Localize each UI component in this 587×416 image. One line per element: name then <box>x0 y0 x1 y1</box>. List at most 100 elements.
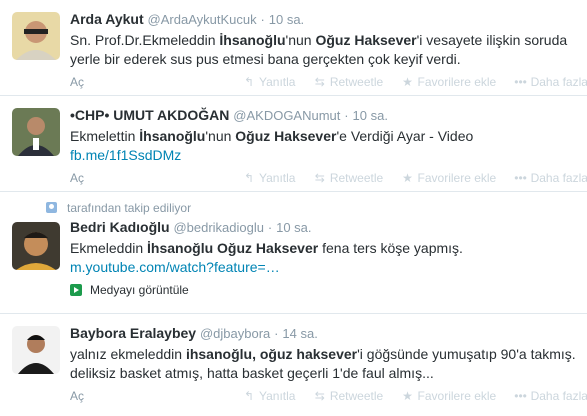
reply-icon: ↰ <box>243 389 255 403</box>
more-button[interactable]: ••• Daha fazla <box>514 389 587 403</box>
tweet-link[interactable]: m.youtube.com/watch?feature=… <box>70 259 280 275</box>
tweet-text: Sn. Prof.Dr.Ekmeleddin İhsanoğlu'nun Oğu… <box>70 31 581 69</box>
ellipsis-icon: ••• <box>514 389 527 403</box>
tweet-footer: Aç ↰ Yanıtla ⇆ Retweetle ★ Favorilere ekle … <box>70 75 587 93</box>
more-button[interactable]: ••• Daha fazla <box>514 171 587 185</box>
star-icon: ★ <box>402 75 413 89</box>
tweet-link[interactable]: fb.me/1f1SsdDMz <box>70 147 181 163</box>
more-label: Daha fazla <box>530 171 587 185</box>
text-segment: 'nun <box>285 32 316 48</box>
text-segment: Sn. Prof.Dr.Ekmeleddin <box>70 32 220 48</box>
tweet-header: Arda Aykut @ArdaAykutKucuk · 10 sa. <box>70 10 581 29</box>
text-segment: yalnız ekmeleddin <box>70 346 186 362</box>
tweet-actions: ↰ Yanıtla ⇆ Retweetle ★ Favorilere ekle •••… <box>242 389 587 403</box>
star-icon: ★ <box>402 171 413 185</box>
fullname[interactable]: Bedri Kadıoğlu <box>70 219 170 235</box>
favorite-button[interactable]: ★ Favorilere ekle <box>401 389 497 403</box>
favorite-label: Favorilere ekle <box>417 171 497 185</box>
favorite-label: Favorilere ekle <box>417 75 497 89</box>
avatar[interactable] <box>12 12 60 60</box>
tweet[interactable]: tarafından takip ediliyor Bedri Kadıoğlu… <box>0 192 587 314</box>
text-segment: Ekmeleddin <box>70 240 148 256</box>
tweet-text: Ekmelettin İhsanoğlu'nun Oğuz Haksever'e… <box>70 127 581 165</box>
retweet-label: Retweetle <box>329 75 384 89</box>
retweet-button[interactable]: ⇆ Retweetle <box>313 389 383 403</box>
retweet-label: Retweetle <box>329 389 384 403</box>
person-icon <box>46 202 57 213</box>
timestamp[interactable]: 14 sa. <box>282 326 317 341</box>
expand-link[interactable]: Aç <box>70 389 84 403</box>
fullname[interactable]: Arda Aykut <box>70 11 144 27</box>
tweet-footer: Aç ↰ Yanıtla ⇆ Retweetle ★ Favorilere ekle … <box>70 389 587 407</box>
tweet[interactable]: Baybora Eralaybey @djbaybora · 14 sa. ya… <box>0 314 587 416</box>
tweet-header: Baybora Eralaybey @djbaybora · 14 sa. <box>70 324 581 343</box>
reply-label: Yanıtla <box>259 389 296 403</box>
expand-link[interactable]: Aç <box>70 75 84 89</box>
follow-context: tarafından takip ediliyor <box>46 201 191 215</box>
highlighted-keyword: ihsanoğlu, oğuz haksever <box>185 346 358 362</box>
retweet-icon: ⇆ <box>314 75 325 89</box>
text-segment: 'nun <box>205 128 236 144</box>
reply-button[interactable]: ↰ Yanıtla <box>242 75 296 89</box>
tweet-actions: ↰ Yanıtla ⇆ Retweetle ★ Favorilere ekle •••… <box>242 171 587 185</box>
reply-label: Yanıtla <box>259 75 296 89</box>
reply-icon: ↰ <box>243 75 255 89</box>
highlighted-keyword: İhsanoğlu <box>139 128 206 144</box>
avatar[interactable] <box>12 326 60 374</box>
tweet-footer: Aç ↰ Yanıtla ⇆ Retweetle ★ Favorilere ekle … <box>70 171 587 189</box>
more-label: Daha fazla <box>530 75 587 89</box>
avatar[interactable] <box>12 222 60 270</box>
username[interactable]: @djbaybora <box>200 326 270 341</box>
reply-button[interactable]: ↰ Yanıtla <box>242 171 296 185</box>
reply-icon: ↰ <box>243 171 255 185</box>
view-media-label: Medyayı görüntüle <box>90 283 189 297</box>
tweet-header: •CHP• UMUT AKDOĞAN @AKDOGANumut · 10 sa. <box>70 106 581 125</box>
favorite-button[interactable]: ★ Favorilere ekle <box>401 75 497 89</box>
more-label: Daha fazla <box>530 389 587 403</box>
timestamp[interactable]: 10 sa. <box>353 108 388 123</box>
tweet[interactable]: •CHP• UMUT AKDOĞAN @AKDOGANumut · 10 sa.… <box>0 96 587 192</box>
avatar[interactable] <box>12 108 60 156</box>
tweet-actions: ↰ Yanıtla ⇆ Retweetle ★ Favorilere ekle •••… <box>242 75 587 89</box>
retweet-icon: ⇆ <box>314 389 325 403</box>
favorite-label: Favorilere ekle <box>417 389 497 403</box>
retweet-button[interactable]: ⇆ Retweetle <box>313 171 383 185</box>
retweet-button[interactable]: ⇆ Retweetle <box>313 75 383 89</box>
separator-dot: · <box>274 326 279 341</box>
highlighted-keyword: İhsanoğlu Oğuz Haksever <box>147 240 319 256</box>
timeline: Arda Aykut @ArdaAykutKucuk · 10 sa. Sn. … <box>0 0 587 416</box>
tweet-header: Bedri Kadıoğlu @bedrikadioglu · 10 sa. <box>70 218 581 237</box>
separator-dot: · <box>344 108 349 123</box>
expand-link[interactable]: Aç <box>70 171 84 185</box>
tweet[interactable]: Arda Aykut @ArdaAykutKucuk · 10 sa. Sn. … <box>0 0 587 96</box>
play-icon <box>70 284 82 296</box>
context-text: tarafından takip ediliyor <box>67 201 192 215</box>
reply-button[interactable]: ↰ Yanıtla <box>242 389 296 403</box>
highlighted-keyword: İhsanoğlu <box>219 32 286 48</box>
star-icon: ★ <box>402 389 413 403</box>
tweet-text: yalnız ekmeleddin ihsanoğlu, oğuz haksev… <box>70 345 581 383</box>
timestamp[interactable]: 10 sa. <box>269 12 304 27</box>
retweet-icon: ⇆ <box>314 171 325 185</box>
username[interactable]: @AKDOGANumut <box>233 108 340 123</box>
username[interactable]: @bedrikadioglu <box>173 220 264 235</box>
fullname[interactable]: Baybora Eralaybey <box>70 325 196 341</box>
retweet-label: Retweetle <box>329 171 384 185</box>
text-segment: fena ters köşe yapmış. <box>318 240 463 256</box>
timestamp[interactable]: 10 sa. <box>276 220 311 235</box>
favorite-button[interactable]: ★ Favorilere ekle <box>401 171 497 185</box>
fullname[interactable]: •CHP• UMUT AKDOĞAN <box>70 107 229 123</box>
text-segment: Ekmelettin <box>70 128 140 144</box>
ellipsis-icon: ••• <box>514 171 527 185</box>
highlighted-keyword: Oğuz Haksever <box>235 128 337 144</box>
separator-dot: · <box>267 220 273 235</box>
tweet-text: Ekmeleddin İhsanoğlu Oğuz Haksever fena … <box>70 239 581 277</box>
view-media-button[interactable]: Medyayı görüntüle <box>70 283 581 297</box>
ellipsis-icon: ••• <box>514 75 527 89</box>
text-segment: 'e Verdiği Ayar - Video <box>336 128 474 144</box>
more-button[interactable]: ••• Daha fazla <box>514 75 587 89</box>
highlighted-keyword: Oğuz Haksever <box>315 32 417 48</box>
separator-dot: · <box>260 12 265 27</box>
username[interactable]: @ArdaAykutKucuk <box>148 12 257 27</box>
reply-label: Yanıtla <box>259 171 296 185</box>
